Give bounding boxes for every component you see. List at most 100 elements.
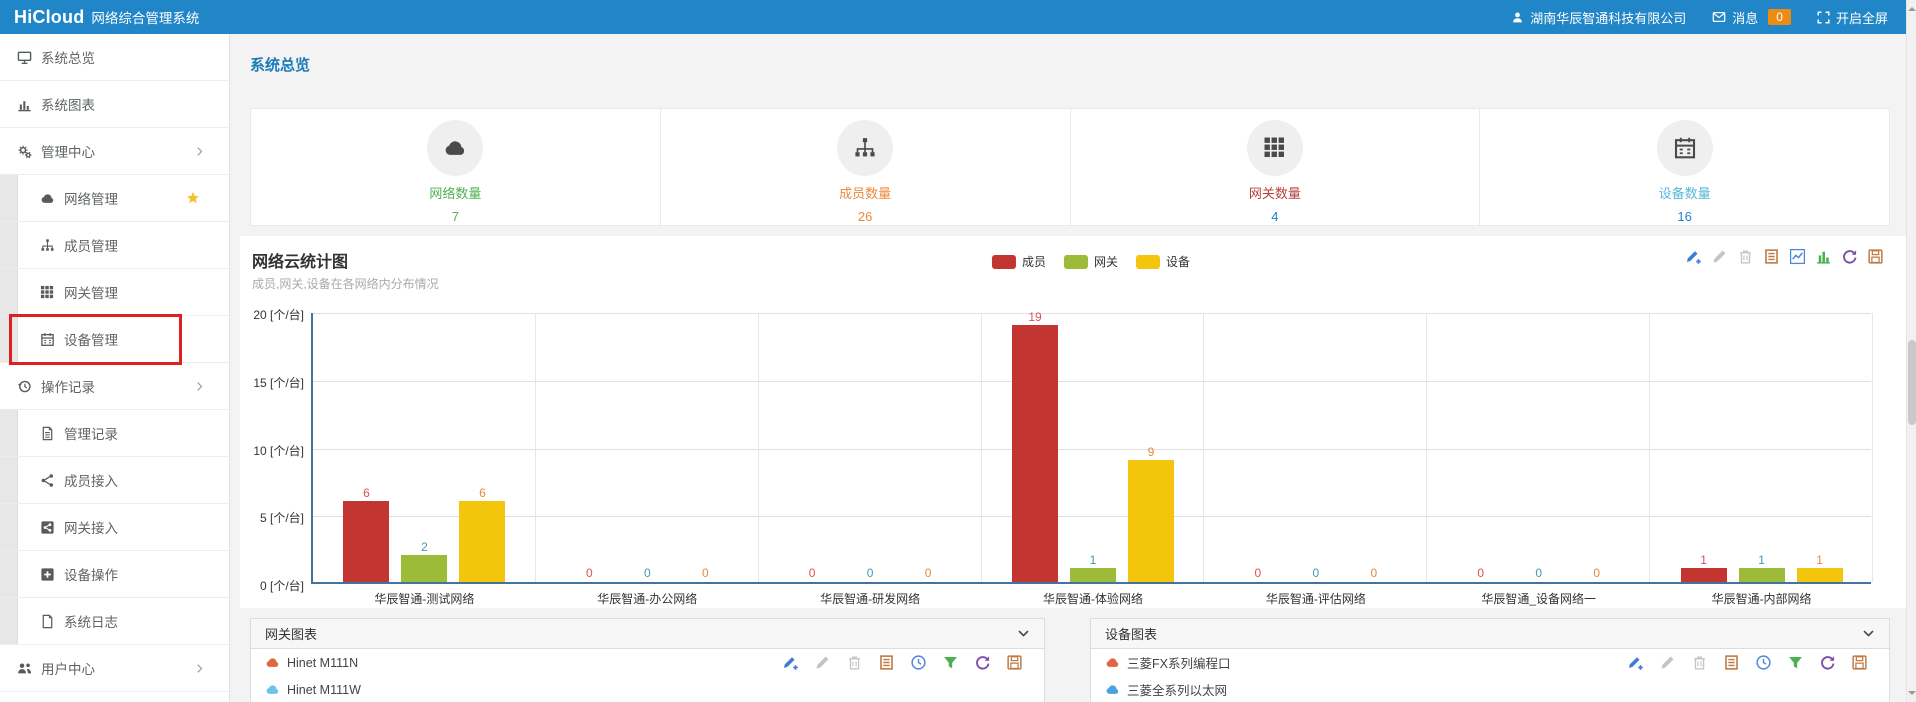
fullscreen-icon: [1817, 11, 1830, 24]
sidebar-item-7[interactable]: 操作记录: [0, 363, 229, 410]
chevron-down-icon: [1862, 627, 1875, 640]
stats-cards-panel: 网络数量7成员数量26网关数量4设备数量16: [250, 108, 1890, 226]
cloud-icon: [1105, 682, 1120, 697]
row-doc-icon[interactable]: [1723, 654, 1740, 671]
gridline-v: [535, 313, 536, 582]
gridline-v: [758, 313, 759, 582]
toolbar-save-icon[interactable]: [1867, 248, 1884, 265]
bar-value-label: 0: [683, 566, 727, 580]
company-name: 湖南华辰智通科技有限公司: [1530, 8, 1686, 27]
row-refresh-icon[interactable]: [1819, 654, 1836, 671]
bar-网关-6: [1739, 568, 1785, 582]
network-cloud-chart-section: 网络云统计图 成员,网关,设备在各网络内分布情况 成员网关设备 0 [个/台]5…: [240, 236, 1906, 608]
list-item[interactable]: Hinet M111W: [251, 676, 1044, 702]
sidebar-item-8[interactable]: 管理记录: [0, 410, 229, 457]
bar-value-label: 0: [625, 566, 669, 580]
toolbar-doc-icon[interactable]: [1763, 248, 1780, 265]
legend-item-成员[interactable]: 成员: [992, 253, 1046, 270]
top-navbar: HiCloud 网络综合管理系统 湖南华辰智通科技有限公司 消息 0 开启全屏: [0, 0, 1916, 34]
row-refresh-icon[interactable]: [974, 654, 991, 671]
toolbar-trash-icon[interactable]: [1737, 248, 1754, 265]
chart-subtitle: 成员,网关,设备在各网络内分布情况: [252, 275, 439, 292]
company-menu[interactable]: 湖南华辰智通科技有限公司: [1511, 8, 1686, 27]
legend-swatch: [1064, 255, 1088, 269]
sidebar-item-13[interactable]: 用户中心: [0, 645, 229, 692]
row-save-icon[interactable]: [1851, 654, 1868, 671]
row-pencil-plus-icon[interactable]: [1627, 654, 1644, 671]
sidebar-item-1[interactable]: 系统图表: [0, 81, 229, 128]
y-axis-tick-label: 5 [个/台]: [228, 509, 304, 526]
list-item[interactable]: Hinet M111N: [251, 649, 1044, 676]
panel-header-0[interactable]: 网关图表: [251, 619, 1044, 649]
scrollbar-down-arrow[interactable]: [1908, 691, 1916, 699]
list-item[interactable]: 三菱全系列以太网: [1091, 676, 1889, 702]
page-title: 系统总览: [250, 54, 310, 75]
page-scrollbar[interactable]: [1906, 0, 1916, 702]
row-clock-icon[interactable]: [910, 654, 927, 671]
bar-value-label: 1: [1682, 553, 1726, 567]
envelope-icon: [1712, 10, 1726, 24]
gridline-h: [313, 313, 1871, 314]
list-item[interactable]: 三菱FX系列编程口: [1091, 649, 1889, 676]
toolbar-refresh-icon[interactable]: [1841, 248, 1858, 265]
stat-card-3: 设备数量16: [1480, 109, 1889, 225]
sidebar-item-0[interactable]: 系统总览: [0, 34, 229, 81]
panel-0: 网关图表Hinet M111NHinet M111W: [250, 618, 1045, 702]
row-clock-icon[interactable]: [1755, 654, 1772, 671]
bar-成员-0: [343, 501, 389, 582]
row-save-icon[interactable]: [1006, 654, 1023, 671]
toolbar-pencil-icon[interactable]: [1711, 248, 1728, 265]
sidebar-item-label: 系统图表: [41, 94, 95, 114]
toolbar-line-chart-icon[interactable]: [1789, 248, 1806, 265]
y-axis-tick-label: 10 [个/台]: [228, 442, 304, 459]
panel-header-1[interactable]: 设备图表: [1091, 619, 1889, 649]
bar-value-label: 1: [1071, 553, 1115, 567]
sidebar-item-label: 系统总览: [41, 47, 95, 67]
sidebar-item-3[interactable]: 网络管理: [0, 175, 229, 222]
x-axis-category-label: 华辰智通-体验网络: [982, 590, 1205, 607]
scrollbar-thumb[interactable]: [1908, 340, 1916, 425]
sidebar-item-6[interactable]: 设备管理: [0, 316, 229, 363]
sidebar-item-11[interactable]: 设备操作: [0, 551, 229, 598]
toolbar-pencil-plus-icon[interactable]: [1685, 248, 1702, 265]
legend-label: 网关: [1094, 253, 1118, 270]
x-axis-category-label: 华辰智通-评估网络: [1204, 590, 1427, 607]
fullscreen-label: 开启全屏: [1836, 8, 1888, 27]
bar-value-label: 0: [906, 566, 950, 580]
sidebar-item-12[interactable]: 系统日志: [0, 598, 229, 645]
row-doc-icon[interactable]: [878, 654, 895, 671]
brand-subtitle: 网络综合管理系统: [91, 7, 199, 27]
row-pencil-icon[interactable]: [1659, 654, 1676, 671]
bar-value-label: 0: [1294, 566, 1338, 580]
bar-成员-3: [1012, 325, 1058, 582]
legend-item-网关[interactable]: 网关: [1064, 253, 1118, 270]
row-trash-icon[interactable]: [1691, 654, 1708, 671]
legend-item-设备[interactable]: 设备: [1136, 253, 1190, 270]
bar-value-label: 6: [460, 486, 504, 500]
row-toolbar: [1627, 654, 1875, 671]
bar-chart-plot: 0 [个/台]5 [个/台]10 [个/台]15 [个/台]20 [个/台]62…: [311, 313, 1871, 584]
bar-value-label: 1: [1740, 553, 1784, 567]
sidebar-item-10[interactable]: 网关接入: [0, 504, 229, 551]
sidebar-item-label: 网关接入: [64, 517, 118, 537]
x-axis-category-label: 华辰智通-内部网络: [1650, 590, 1873, 607]
sidebar-item-5[interactable]: 网关管理: [0, 269, 229, 316]
stat-card-icon-circle: [427, 120, 483, 176]
sidebar-item-9[interactable]: 成员接入: [0, 457, 229, 504]
row-filter-icon[interactable]: [942, 654, 959, 671]
sidebar-item-label: 管理记录: [64, 423, 118, 443]
row-pencil-icon[interactable]: [814, 654, 831, 671]
toolbar-bar-chart-icon[interactable]: [1815, 248, 1832, 265]
x-axis-category-label: 华辰智通-办公网络: [536, 590, 759, 607]
fullscreen-button[interactable]: 开启全屏: [1817, 8, 1888, 27]
sidebar-item-4[interactable]: 成员管理: [0, 222, 229, 269]
x-axis-category-label: 华辰智通-测试网络: [313, 590, 536, 607]
row-trash-icon[interactable]: [846, 654, 863, 671]
bar-value-label: 0: [848, 566, 892, 580]
messages-button[interactable]: 消息 0: [1712, 8, 1791, 27]
sidebar-item-2[interactable]: 管理中心: [0, 128, 229, 175]
row-pencil-plus-icon[interactable]: [782, 654, 799, 671]
row-filter-icon[interactable]: [1787, 654, 1804, 671]
scrollbar-up-arrow[interactable]: [1908, 3, 1916, 11]
bar-value-label: 0: [567, 566, 611, 580]
